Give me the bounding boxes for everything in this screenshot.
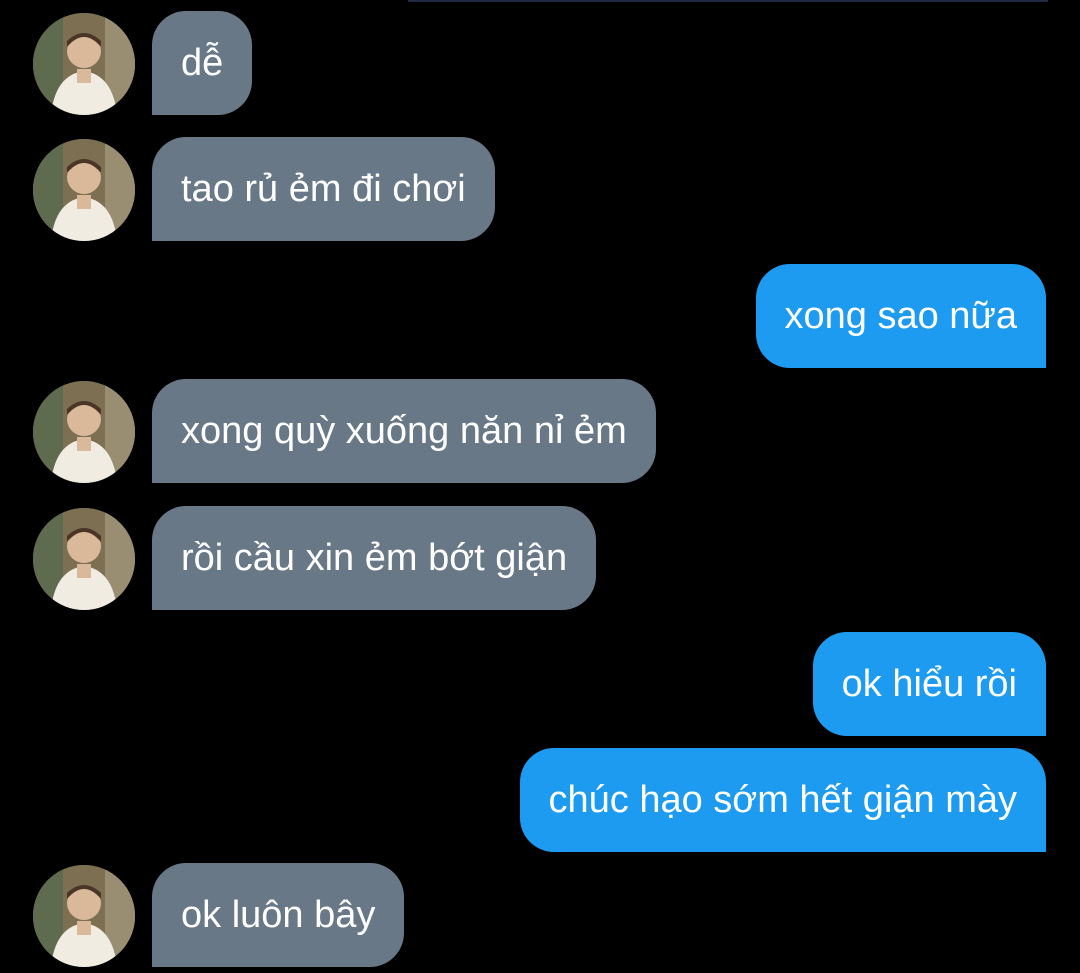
sender-avatar[interactable] (33, 13, 135, 115)
avatar-photo-icon (33, 381, 135, 483)
sender-avatar[interactable] (33, 381, 135, 483)
message-bubble-outgoing[interactable]: xong sao nữa (755, 264, 1046, 368)
avatar-photo-icon (33, 13, 135, 115)
avatar-photo-icon (33, 865, 135, 967)
message-bubble-outgoing[interactable]: ok hiểu rồi (812, 632, 1046, 736)
message-bubble-incoming[interactable]: ok luôn bây (152, 863, 405, 967)
avatar-photo-icon (33, 139, 135, 241)
message-bubble-incoming[interactable]: xong quỳ xuống năn nỉ ẻm (152, 379, 656, 483)
sender-avatar[interactable] (33, 139, 135, 241)
message-bubble-incoming[interactable]: rồi cầu xin ẻm bớt giận (152, 506, 597, 610)
top-divider (408, 0, 1048, 2)
sender-avatar[interactable] (33, 865, 135, 967)
message-bubble-incoming[interactable]: tao rủ ẻm đi chơi (152, 137, 495, 241)
sender-avatar[interactable] (33, 508, 135, 610)
message-bubble-outgoing[interactable]: chúc hạo sớm hết giận mày (519, 748, 1046, 852)
message-bubble-incoming[interactable]: dễ (152, 11, 253, 115)
avatar-photo-icon (33, 508, 135, 610)
